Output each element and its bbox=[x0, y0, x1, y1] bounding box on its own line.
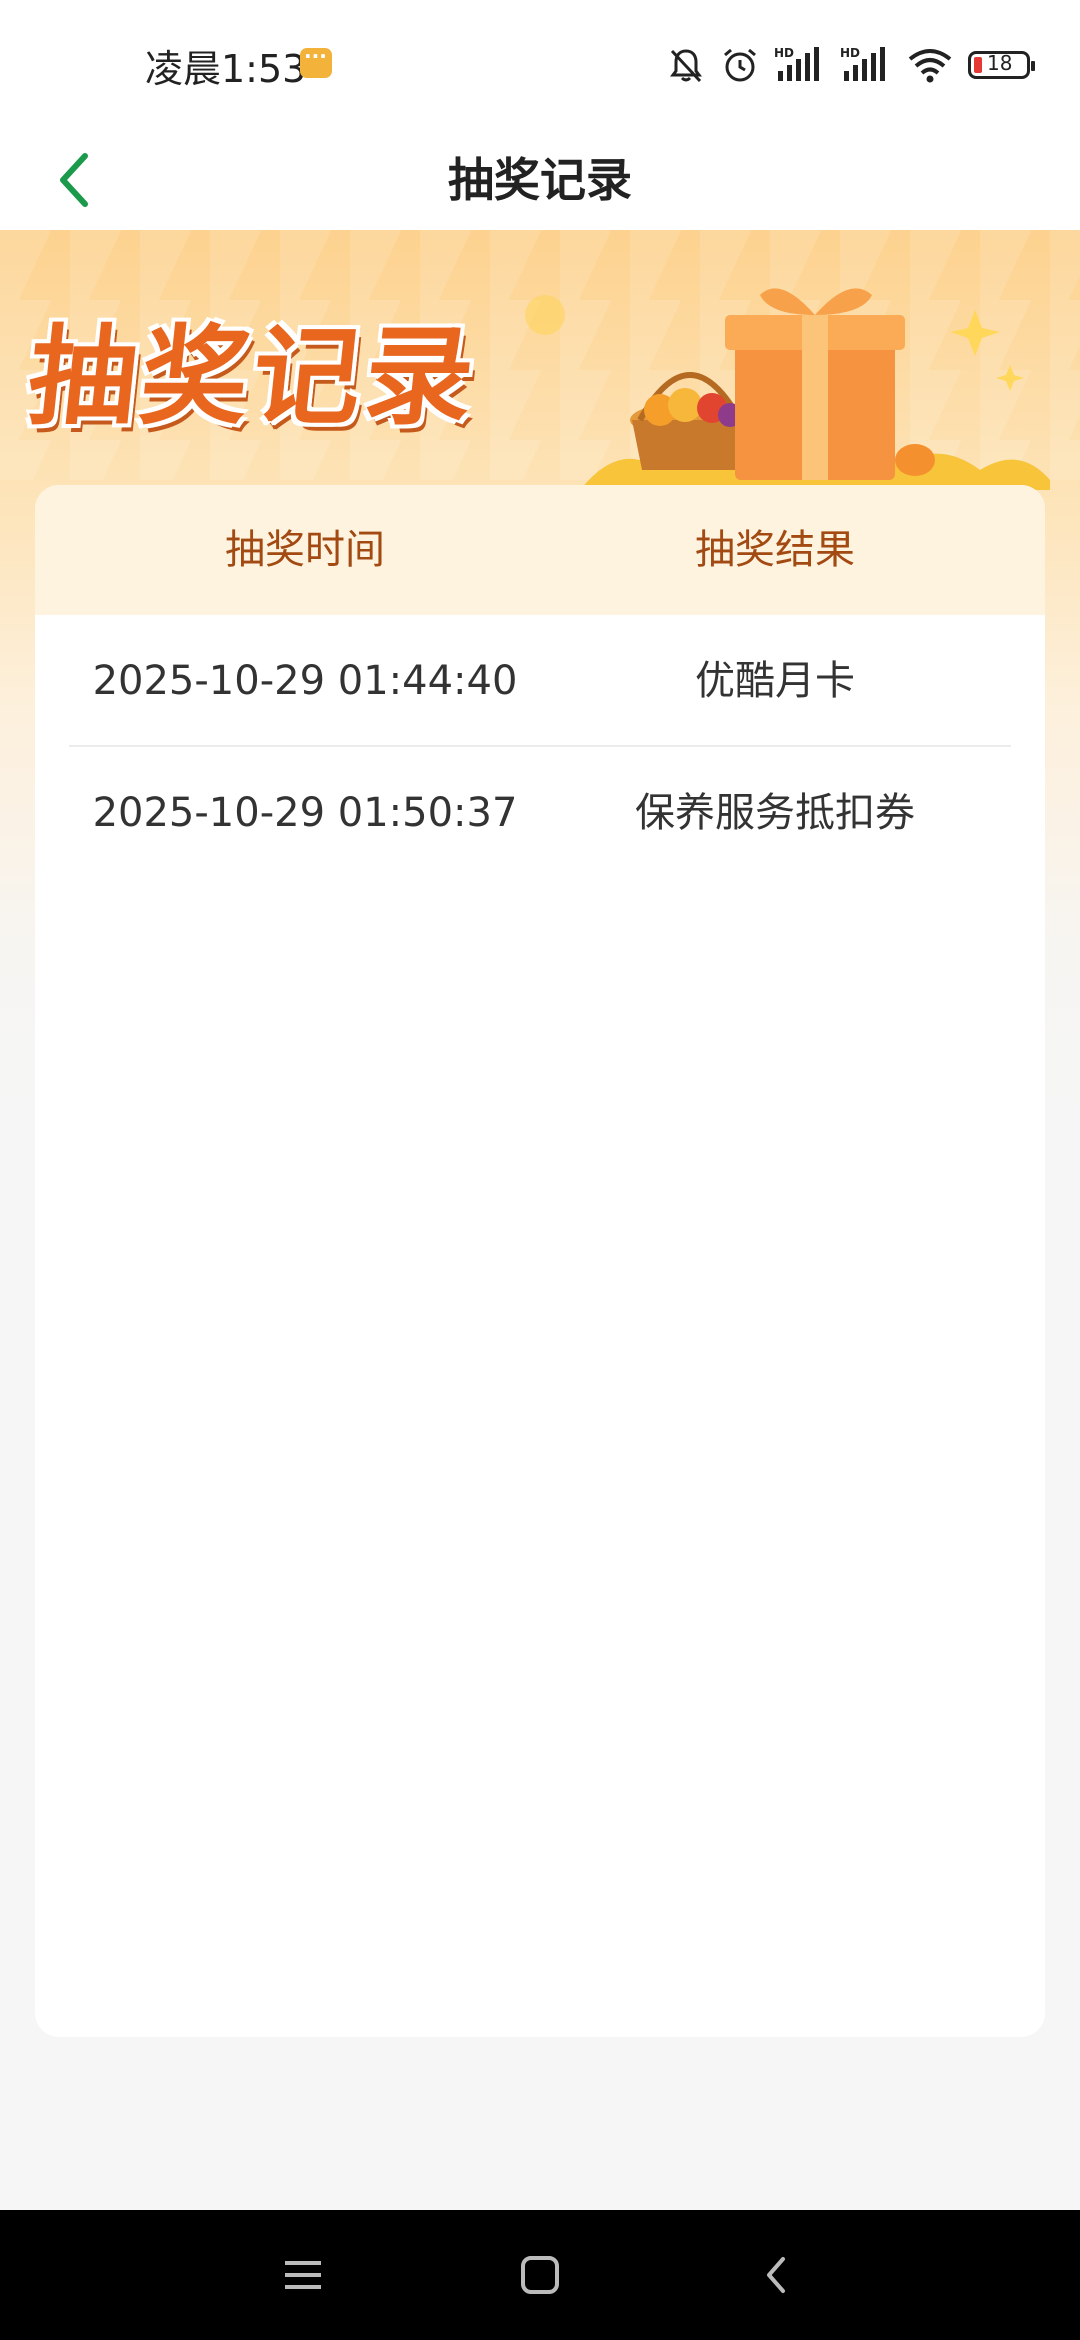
battery-icon: 18 bbox=[968, 51, 1035, 79]
status-bar: 凌晨1:53 HD HD 18 bbox=[0, 0, 1080, 130]
glow-icon bbox=[525, 295, 565, 335]
alarm-icon bbox=[720, 45, 760, 85]
chevron-left-icon bbox=[60, 153, 88, 207]
battery-level: 18 bbox=[987, 51, 1013, 75]
back-button[interactable] bbox=[30, 135, 120, 225]
chat-notification-icon bbox=[300, 44, 332, 78]
header: 抽奖记录 bbox=[0, 130, 1080, 230]
status-icons: HD HD 18 bbox=[666, 40, 1035, 90]
records-header: 抽奖时间 抽奖结果 bbox=[35, 485, 1045, 615]
svg-text:HD: HD bbox=[840, 46, 860, 60]
back-icon bbox=[767, 2257, 785, 2293]
record-time: 2025-10-29 01:44:40 bbox=[92, 658, 518, 704]
battery-fill bbox=[974, 57, 982, 73]
mute-bell-icon bbox=[666, 45, 706, 85]
status-time: 凌晨1:53 bbox=[145, 47, 307, 91]
column-header-time: 抽奖时间 bbox=[225, 527, 385, 573]
home-button[interactable] bbox=[500, 2235, 580, 2315]
home-icon bbox=[521, 2256, 559, 2294]
svg-text:HD: HD bbox=[774, 46, 794, 60]
records-card: 抽奖时间 抽奖结果 2025-10-29 01:44:40 优酷月卡 2025-… bbox=[35, 485, 1045, 2037]
page-title: 抽奖记录 bbox=[448, 153, 632, 207]
table-row: 2025-10-29 01:44:40 优酷月卡 bbox=[35, 615, 1045, 747]
menu-button[interactable] bbox=[263, 2235, 343, 2315]
gift-box-icon bbox=[580, 288, 1050, 490]
wifi-icon bbox=[906, 45, 954, 85]
nav-back-button[interactable] bbox=[737, 2235, 817, 2315]
table-row: 2025-10-29 01:50:37 保养服务抵扣券 bbox=[35, 747, 1045, 879]
signal-hd-icon: HD bbox=[840, 45, 892, 85]
record-result: 保养服务抵扣券 bbox=[635, 790, 915, 836]
signal-hd-icon: HD bbox=[774, 45, 826, 85]
battery-tip bbox=[1031, 61, 1035, 71]
system-nav-bar bbox=[0, 2210, 1080, 2340]
banner-title: 抽奖记录 bbox=[22, 314, 484, 440]
column-header-result: 抽奖结果 bbox=[695, 527, 855, 573]
record-time: 2025-10-29 01:50:37 bbox=[92, 790, 518, 836]
menu-icon bbox=[285, 2261, 321, 2289]
record-result: 优酷月卡 bbox=[695, 658, 855, 704]
